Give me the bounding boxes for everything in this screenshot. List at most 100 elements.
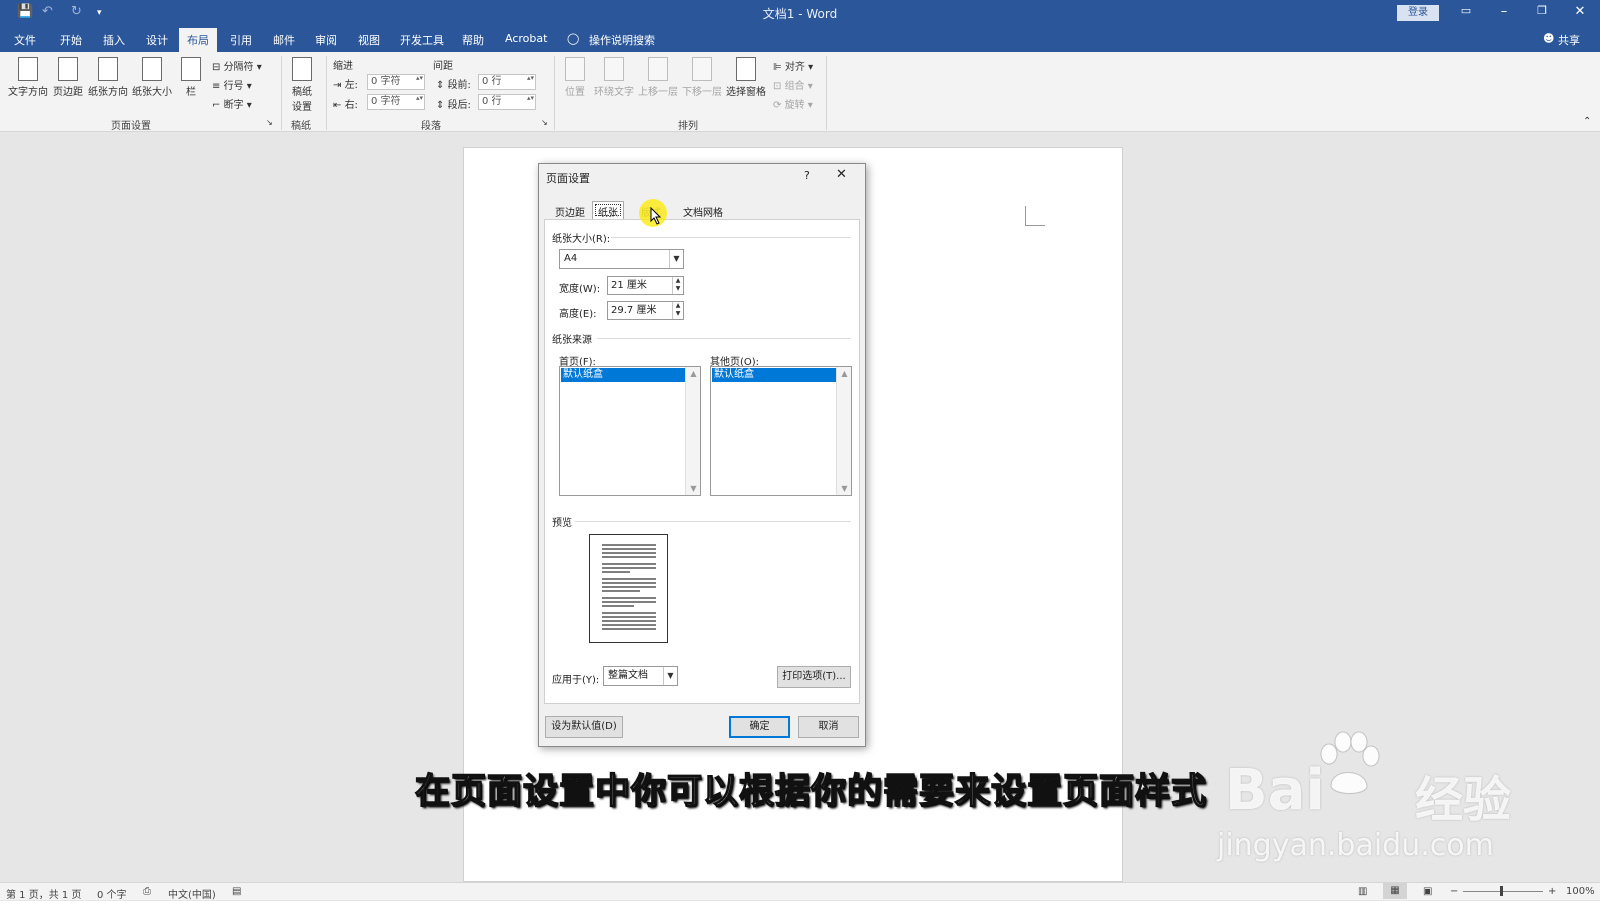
paragraph-launcher-icon[interactable]: ↘ [541,118,548,127]
chevron-down-icon[interactable]: ▼ [686,484,701,493]
list-item[interactable]: 默认纸盒 [712,368,836,382]
zoom-slider[interactable] [1463,891,1543,892]
restore-icon[interactable]: ❐ [1530,4,1554,17]
person-icon: ☻ [1543,32,1555,45]
margins-button[interactable]: 页边距 [51,57,85,98]
align-button[interactable]: ⊫ 对齐 ▾ [773,58,813,73]
tab-developer[interactable]: 开发工具 [400,32,444,48]
chevron-up-icon[interactable]: ▲ [837,369,852,378]
tab-document-grid[interactable]: 文档网格 [677,201,729,219]
rotate-button[interactable]: ⟳ 旋转 ▾ [773,96,813,111]
word-count[interactable]: 0 个字 [97,886,127,901]
indent-left-label: ⇥ 左: [333,80,358,91]
other-pages-list[interactable]: 默认纸盒 ▲ ▼ [710,366,852,496]
tab-acrobat[interactable]: Acrobat [505,32,547,45]
tab-mailings[interactable]: 邮件 [273,32,295,48]
chevron-up-icon[interactable]: ▲ [686,369,701,378]
tab-help[interactable]: 帮助 [462,32,484,48]
print-options-button[interactable]: 打印选项(T)... [777,666,851,688]
help-icon[interactable]: ? [804,169,810,182]
language-status[interactable]: 中文(中国) [168,886,216,901]
tab-margins[interactable]: 页边距 [549,201,591,219]
print-layout-icon[interactable]: ▦ [1383,883,1407,899]
paper-size-select[interactable]: A4 ▼ [559,249,684,269]
breaks-button[interactable]: ⊟ 分隔符 ▾ [212,58,262,73]
collapse-ribbon-icon[interactable]: ⌃ [1583,116,1591,127]
position-button[interactable]: 位置 [560,57,590,98]
tab-insert[interactable]: 插入 [103,32,125,48]
bring-forward-button[interactable]: 上移一层 [636,57,680,98]
tab-design[interactable]: 设计 [146,32,168,48]
list-item[interactable]: 默认纸盒 [561,368,685,382]
spacing-after-icon: ⇕ [436,100,448,111]
height-label: 高度(E): [559,309,597,320]
group-button[interactable]: ⊡ 组合 ▾ [773,77,813,92]
close-icon[interactable]: ✕ [836,167,847,182]
video-caption: 在页面设置中你可以根据你的需要来设置页面样式 [414,771,1208,813]
hyphenation-button[interactable]: ⌐ 断字 ▾ [212,96,252,111]
apply-to-select[interactable]: 整篇文档 ▼ [603,666,678,686]
tab-paper[interactable]: 纸张 [592,201,624,219]
set-default-button[interactable]: 设为默认值(D) [545,716,623,738]
chevron-down-icon[interactable]: ▼ [837,484,852,493]
spacing-before-label: ⇕ 段前: [436,80,471,91]
scrollbar[interactable]: ▲ ▼ [836,367,851,495]
apply-to-label: 应用于(Y): [552,675,600,686]
tab-home[interactable]: 开始 [60,32,82,48]
watermark-brand: Bai [1225,758,1325,823]
line-numbers-button[interactable]: ≡ 行号 ▾ [212,77,252,92]
width-input[interactable]: 21 厘米 ▲ ▼ [607,276,684,295]
size-icon [142,57,162,81]
paragraph-group-label: 段落 [421,121,441,132]
indent-label: 缩进 [333,61,353,72]
read-mode-icon[interactable]: ▥ [1358,886,1367,897]
size-button[interactable]: 纸张大小 [131,57,173,98]
first-page-list[interactable]: 默认纸盒 ▲ ▼ [559,366,701,496]
indent-left-input[interactable]: 0 字符 [367,74,425,90]
ok-button[interactable]: 确定 [729,716,790,738]
cancel-button[interactable]: 取消 [798,716,859,738]
spacing-before-input[interactable]: 0 行 [478,74,536,90]
web-layout-icon[interactable]: ▣ [1423,886,1432,897]
ribbon-display-icon[interactable]: ▭ [1454,4,1478,17]
draft-group-label: 稿纸 [291,121,311,132]
columns-button[interactable]: 栏 [178,57,204,98]
tell-me-search[interactable]: 操作说明搜索 [589,32,655,48]
scrollbar[interactable]: ▲ ▼ [685,367,700,495]
indent-right-input[interactable]: 0 字符 [367,94,425,110]
wrap-text-icon [604,57,624,81]
wrap-text-button[interactable]: 环绕文字 [592,57,636,98]
paper-tab-panel: 纸张大小(R): A4 ▼ 宽度(W): 21 厘米 ▲ ▼ 高度(E): 29.7 … [544,219,860,704]
zoom-out-icon[interactable]: − [1450,886,1458,897]
draft-paper-icon [292,57,312,81]
login-button[interactable]: 登录 [1397,5,1439,21]
orientation-button[interactable]: 纸张方向 [87,57,129,98]
spacing-after-input[interactable]: 0 行 [478,94,536,110]
tab-review[interactable]: 审阅 [315,32,337,48]
dialog-title: 页面设置 [546,172,590,185]
page-setup-launcher-icon[interactable]: ↘ [266,118,273,127]
macro-record-icon[interactable]: ▤ [232,886,241,897]
indent-right-label: ⇤ 右: [333,100,358,111]
tab-layout[interactable]: 布局 [179,28,217,52]
selection-pane-button[interactable]: 选择窗格 [724,57,768,98]
spinner-icon[interactable]: ▲ ▼ [672,277,683,294]
close-icon[interactable]: ✕ [1568,4,1592,19]
tab-references[interactable]: 引用 [230,32,252,48]
zoom-level[interactable]: 100% [1566,886,1595,897]
tab-file[interactable]: 文件 [14,32,36,48]
text-direction-button[interactable]: 文字方向 [7,57,49,98]
share-button[interactable]: 共享 [1558,32,1580,48]
spinner-icon[interactable]: ▲ ▼ [672,302,683,319]
proofing-icon[interactable]: ⎙ [143,886,151,897]
send-backward-button[interactable]: 下移一层 [680,57,724,98]
zoom-slider-thumb[interactable] [1500,886,1503,896]
zoom-in-icon[interactable]: + [1548,886,1556,897]
tab-view[interactable]: 视图 [358,32,380,48]
spacing-after-label: ⇕ 段后: [436,100,471,111]
height-input[interactable]: 29.7 厘米 ▲ ▼ [607,301,684,320]
columns-icon [181,57,201,81]
minimize-icon[interactable]: – [1492,4,1516,19]
draft-settings-button[interactable]: 稿纸 设置 [287,57,317,113]
page-count[interactable]: 第 1 页，共 1 页 [6,886,81,901]
